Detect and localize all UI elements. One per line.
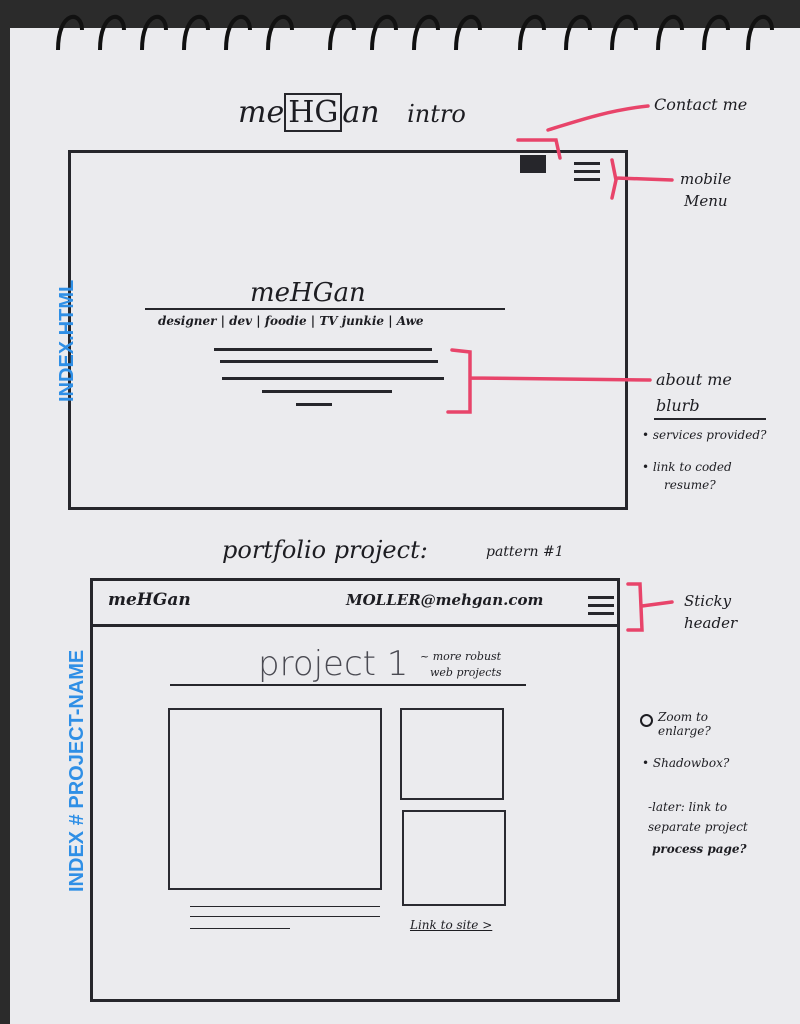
later-annotation-3: process page? [652,842,747,856]
zoom-annotation: Zoom to enlarge? [658,710,711,738]
project-note-1: ~ more robust [420,650,502,663]
later-annotation-2: separate project [648,820,748,834]
services-bullet: • services provided? [642,428,767,442]
mobile-menu-annotation-2: Menu [684,192,728,210]
project-image-large[interactable] [168,708,382,890]
project-image-small-1[interactable] [400,708,504,800]
magnifier-icon [640,714,653,727]
sticky-annotation-1: Sticky [684,592,732,610]
contact-annotation: Contact me [654,95,748,114]
project-image-small-2[interactable] [402,810,506,906]
project-title: project 1 [258,644,409,684]
shadowbox-annotation: • Shadowbox? [642,756,730,770]
mobile-menu-annotation-1: mobile [680,170,732,188]
caption-line-3 [190,928,290,929]
link-to-site[interactable]: Link to site > [410,918,492,932]
about-annotation-1: about me [656,370,732,389]
later-annotation-1: -later: link to [648,800,728,814]
project-note-2: web projects [430,666,502,679]
annotation-connectors-2 [626,582,674,632]
annotation-connectors-1 [446,104,674,414]
caption-line-1 [190,906,380,907]
sketch2-pattern: pattern #1 [486,544,564,560]
about-underline [654,418,766,420]
side-label-project: INDEX # PROJECT-NAME [66,649,88,892]
resume-bullet-1: • link to coded [642,460,732,474]
sticky-annotation-2: header [684,614,738,632]
notebook-page: me HG an intro meHGan designer | dev | foo… [0,0,800,1024]
project-rule [170,684,526,686]
resume-bullet-2: resume? [664,478,716,492]
caption-line-2 [190,916,380,917]
about-annotation-2: blurb [656,396,700,415]
